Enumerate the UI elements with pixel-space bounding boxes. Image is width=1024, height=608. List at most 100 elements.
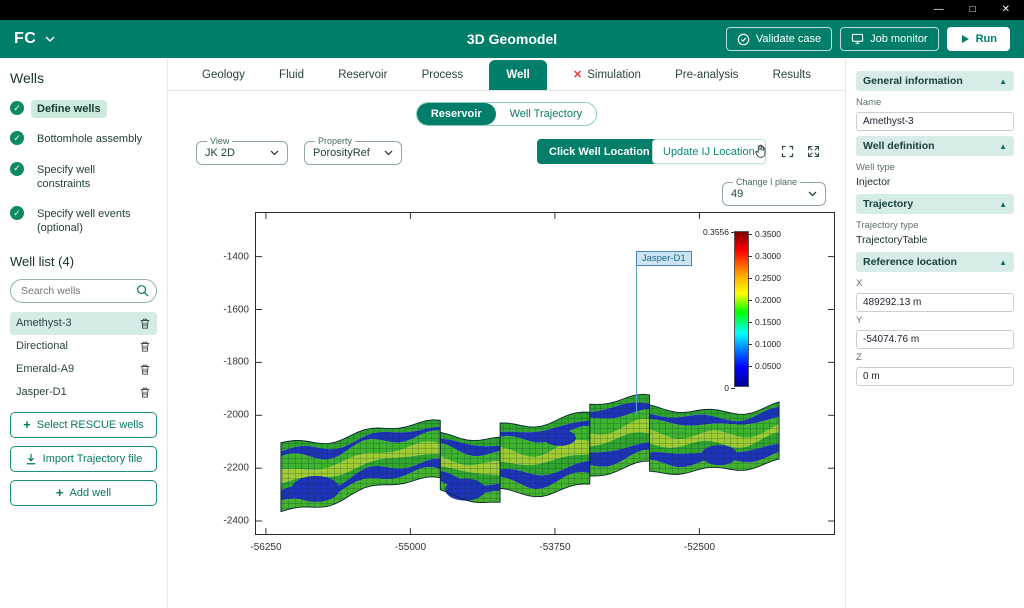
well-item-amethyst-3[interactable]: Amethyst-3: [10, 312, 157, 335]
subtab-well-trajectory[interactable]: Well Trajectory: [496, 103, 597, 125]
step-check-icon: ✓: [10, 131, 24, 145]
minimize-button[interactable]: —: [934, 5, 944, 15]
tab-simulation[interactable]: ✕ Simulation: [565, 59, 649, 90]
tab-process[interactable]: Process: [414, 60, 472, 90]
step-specify-well-events-optional[interactable]: ✓ Specify well events (optional): [10, 205, 157, 238]
tab-label: Pre-analysis: [675, 69, 738, 81]
colorbar-tick: [731, 388, 735, 389]
sidebar-title: Wells: [10, 70, 157, 86]
delete-well-icon[interactable]: [139, 340, 151, 353]
y-input[interactable]: [856, 330, 1014, 349]
pan-hand-icon[interactable]: [753, 143, 769, 159]
well-item-emerald-a9[interactable]: Emerald-A9: [10, 358, 157, 381]
delete-well-icon[interactable]: [139, 386, 151, 399]
step-label: Specify well events (optional): [31, 205, 157, 238]
header-actions: Validate case Job monitor Run: [726, 27, 1010, 51]
run-label: Run: [976, 33, 997, 45]
step-define-wells[interactable]: ✓Define wells: [10, 100, 157, 118]
cross-section-plot[interactable]: -1400-1600-1800-2000-2200-2400-56250-550…: [255, 212, 835, 535]
section-title: General information: [863, 75, 963, 87]
tab-label: Simulation: [587, 69, 641, 81]
validate-case-label: Validate case: [756, 33, 821, 45]
validate-check-icon: [737, 33, 750, 46]
select-rescue-wells-button[interactable]: +Select RESCUE wells: [10, 412, 157, 438]
job-monitor-button[interactable]: Job monitor: [840, 27, 938, 51]
button-label: Add well: [70, 487, 112, 499]
well-list: Amethyst-3 Directional Emerald-A9Jasper-D1: [10, 312, 157, 404]
update-ij-location-button[interactable]: Update IJ Location: [652, 139, 766, 164]
section-general-information-header[interactable]: General information▲: [856, 71, 1014, 91]
well-item-directional[interactable]: Directional: [10, 335, 157, 358]
section-trajectory-header[interactable]: Trajectory▲: [856, 194, 1014, 214]
y-tick-label: -1400: [223, 251, 249, 262]
colorbar-tick-label: 0.2500: [755, 273, 781, 283]
z-input[interactable]: [856, 367, 1014, 386]
change-i-plane-value: 49: [731, 188, 743, 200]
error-icon: ✕: [573, 68, 582, 81]
step-label: Specify well constraints: [31, 161, 157, 194]
step-check-icon: ✓: [10, 162, 24, 176]
property-select-label: Property: [315, 136, 355, 146]
colorbar-tick: [731, 232, 735, 233]
x-tick-label: -53750: [539, 542, 570, 553]
subtab-reservoir[interactable]: Reservoir: [417, 103, 496, 125]
view-select[interactable]: View JK 2D: [196, 136, 288, 165]
tab-label: Process: [422, 69, 464, 81]
tab-well[interactable]: Well: [489, 60, 546, 90]
job-monitor-label: Job monitor: [870, 33, 927, 45]
validate-case-button[interactable]: Validate case: [726, 27, 832, 51]
trajectory-type-value: TrajectoryTable: [856, 234, 1014, 246]
colorbar-tick-label: 0.1500: [755, 317, 781, 327]
section-reference-location-header[interactable]: Reference location▲: [856, 252, 1014, 272]
import-trajectory-file-button[interactable]: Import Trajectory file: [10, 446, 157, 472]
step-check-icon: ✓: [10, 101, 24, 115]
step-check-icon: ✓: [10, 206, 24, 220]
monitor-icon: [851, 33, 864, 45]
run-button[interactable]: Run: [947, 27, 1010, 51]
section-well-definition-header[interactable]: Well definition▲: [856, 136, 1014, 156]
colorbar-tick-label: 0.3500: [755, 229, 781, 239]
add-well-button[interactable]: +Add well: [10, 480, 157, 506]
maximize-button[interactable]: □: [970, 5, 976, 15]
x-input[interactable]: [856, 293, 1014, 312]
app-logo[interactable]: FC: [14, 30, 55, 48]
tab-geology[interactable]: Geology: [194, 60, 253, 90]
fullscreen-icon[interactable]: [780, 144, 795, 159]
well-marker-label[interactable]: Jasper-D1: [636, 251, 692, 266]
x-tick-label: -56250: [250, 542, 281, 553]
step-bottomhole-assembly[interactable]: ✓Bottomhole assembly: [10, 130, 157, 148]
delete-well-icon[interactable]: [139, 317, 151, 330]
close-button[interactable]: ✕: [1002, 5, 1010, 15]
button-label: Import Trajectory file: [43, 453, 143, 465]
section-title: Trajectory: [863, 198, 913, 210]
x-label: X: [856, 278, 1014, 289]
search-input[interactable]: [10, 279, 157, 303]
click-well-location-button[interactable]: Click Well Location: [537, 139, 662, 164]
colorbar-min-label: 0: [724, 383, 729, 393]
y-label: Y: [856, 315, 1014, 326]
wells-sidebar: Wells ✓Define wells✓Bottomhole assembly✓…: [0, 58, 168, 608]
logo-text: FC: [14, 30, 36, 48]
well-list-title: Well list (4): [10, 254, 157, 269]
logo-chevron-down-icon[interactable]: [45, 36, 55, 43]
change-i-plane-select[interactable]: Change I plane 49: [722, 177, 826, 206]
tab-pre-analysis[interactable]: Pre-analysis: [667, 60, 746, 90]
well-name: Directional: [16, 340, 68, 352]
colorbar-tick: [748, 366, 752, 367]
well-properties-panel: General information▲NameWell definition▲…: [845, 58, 1024, 608]
well-item-jasper-d1[interactable]: Jasper-D1: [10, 381, 157, 404]
name-input[interactable]: [856, 112, 1014, 131]
y-tick-label: -2000: [223, 410, 249, 421]
tab-fluid[interactable]: Fluid: [271, 60, 312, 90]
expand-arrows-icon[interactable]: [806, 144, 821, 159]
section-title: Reference location: [863, 256, 957, 268]
subtab-pill: ReservoirWell Trajectory: [416, 102, 597, 126]
change-i-plane-label: Change I plane: [733, 177, 800, 187]
delete-well-icon[interactable]: [139, 363, 151, 376]
property-select[interactable]: Property PorosityRef: [304, 136, 402, 165]
well-type-label: Well type: [856, 162, 1014, 173]
step-specify-well-constraints[interactable]: ✓ Specify well constraints: [10, 161, 157, 194]
tab-results[interactable]: Results: [765, 60, 819, 90]
tab-reservoir[interactable]: Reservoir: [330, 60, 395, 90]
tab-label: Well: [506, 69, 529, 81]
